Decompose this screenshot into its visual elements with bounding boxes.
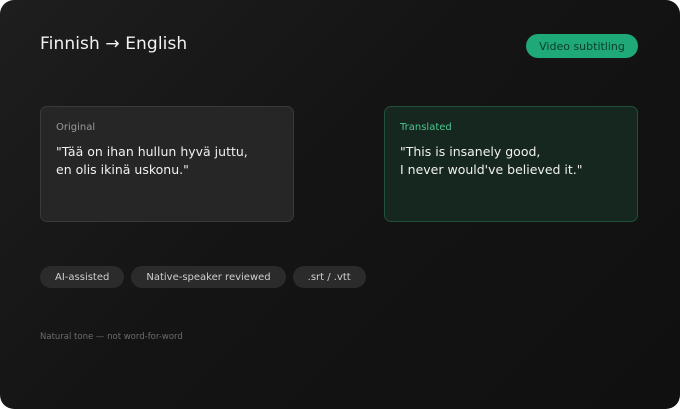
original-label: Original (56, 122, 96, 133)
chip-native-speaker-reviewed: Native-speaker reviewed (131, 266, 286, 288)
video-subtitling-badge[interactable]: Video subtitling (526, 34, 638, 58)
chip-ai-assisted: AI-assisted (40, 266, 125, 288)
app-window: Finnish → English Video subtitling Origi… (0, 0, 680, 409)
feature-chips: AI-assisted Native-speaker reviewed .srt… (40, 266, 366, 288)
original-card: Original "Tää on ihan hullun hyvä juttu,… (40, 106, 294, 222)
chip-file-formats: .srt / .vtt (292, 266, 366, 288)
translated-card: Translated "This is insanely good, I nev… (384, 106, 638, 222)
page-title: Finnish → English (40, 34, 188, 54)
translated-text: "This is insanely good, I never would've… (400, 144, 583, 177)
translated-label: Translated (400, 122, 452, 133)
footnote: Natural tone — not word-for-word (40, 332, 183, 342)
original-text: "Tää on ihan hullun hyvä juttu, en olis … (56, 144, 248, 177)
